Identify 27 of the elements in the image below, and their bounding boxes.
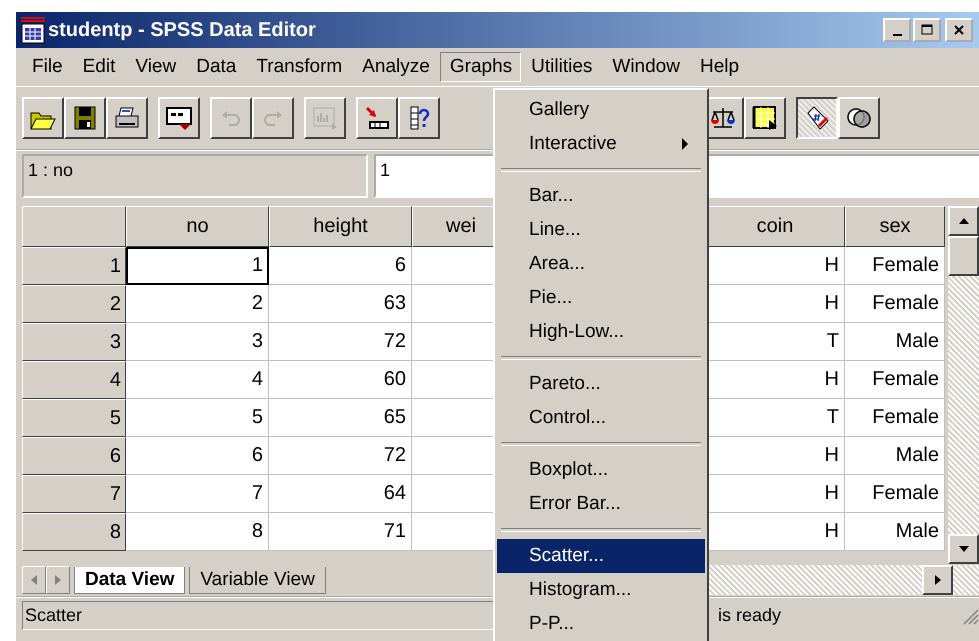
table-cell: 6 bbox=[269, 247, 412, 285]
status-processor: is ready bbox=[718, 604, 782, 626]
table-cell: Male bbox=[845, 323, 945, 361]
table-cell: 63 bbox=[269, 285, 412, 323]
table-cell: 2 bbox=[126, 285, 269, 323]
table-cell: 72 bbox=[269, 437, 412, 475]
table-cell: Female bbox=[845, 399, 945, 437]
table-cell: Female bbox=[845, 361, 945, 399]
table-cell: 71 bbox=[269, 513, 412, 551]
table-cell: 8 bbox=[126, 513, 269, 551]
table-cell: Female bbox=[845, 285, 945, 323]
table-cell: Female bbox=[845, 475, 945, 513]
table-cell: 64 bbox=[269, 475, 412, 513]
table-cell: 65 bbox=[269, 399, 412, 437]
table-cell: Female bbox=[845, 247, 945, 285]
table-cell: 3 bbox=[126, 323, 269, 361]
window-title: studentp - SPSS Data Editor bbox=[48, 18, 317, 42]
table-cell: Male bbox=[845, 513, 945, 551]
table-cell: Male bbox=[845, 437, 945, 475]
table-cell: 7 bbox=[126, 475, 269, 513]
table-cell: 60 bbox=[269, 361, 412, 399]
table-cell: 4 bbox=[126, 361, 269, 399]
table-cell: 6 bbox=[126, 437, 269, 475]
table-cell: 72 bbox=[269, 323, 412, 361]
table-cell: 5 bbox=[126, 399, 269, 437]
table-cell: 1 bbox=[126, 247, 269, 285]
cell-reference-box: 1 : no bbox=[22, 154, 368, 198]
